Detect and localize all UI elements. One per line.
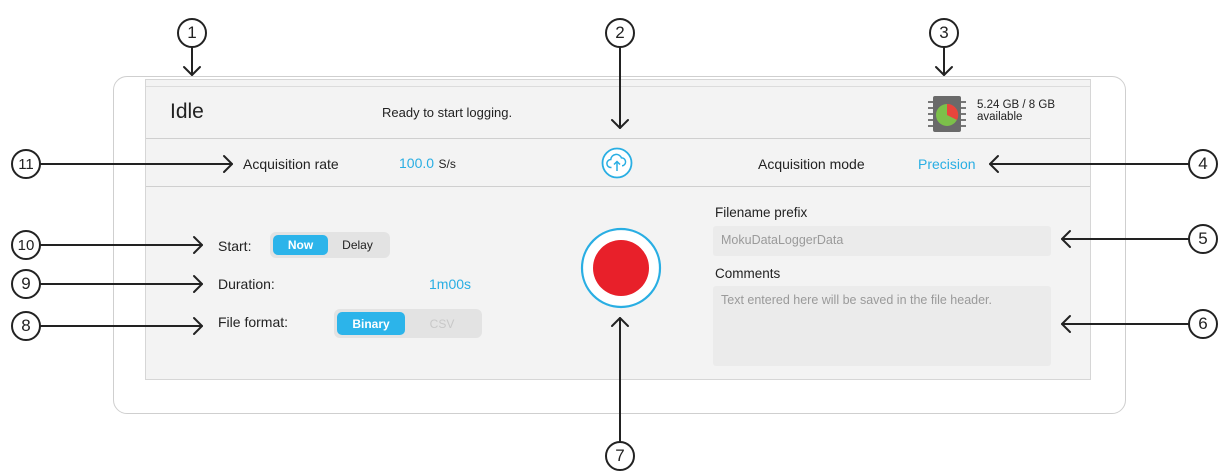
callout-7: 7 [605, 441, 635, 471]
callout-1: 1 [177, 18, 207, 48]
callout-5: 5 [1188, 224, 1218, 254]
file-format-label: File format: [218, 314, 289, 330]
comments-textarea[interactable]: Text entered here will be saved in the f… [713, 286, 1051, 366]
status-bar: Idle Ready to start logging. 5.24 GB / 8… [146, 86, 1090, 139]
acquisition-mode-value[interactable]: Precision [918, 156, 976, 172]
comments-label: Comments [715, 266, 781, 281]
record-button[interactable] [580, 227, 662, 309]
callout-4: 4 [1188, 149, 1218, 179]
record-icon [580, 227, 662, 309]
acquisition-mode-label: Acquisition mode [758, 156, 865, 172]
acquisition-rate-value[interactable]: 100.0 S/s [399, 155, 456, 173]
start-label: Start: [218, 238, 252, 254]
callout-2: 2 [605, 18, 635, 48]
acquisition-settings-bar: Acquisition rate 100.0 S/s Acquisition m… [146, 139, 1090, 187]
data-logger-panel: Idle Ready to start logging. 5.24 GB / 8… [145, 79, 1091, 380]
storage-indicator: 5.24 GB / 8 GB available [977, 99, 1055, 123]
status-message: Ready to start logging. [382, 105, 513, 120]
logger-state: Idle [170, 100, 204, 123]
start-now-option[interactable]: Now [273, 235, 328, 255]
callout-8: 8 [11, 311, 41, 341]
start-delay-option[interactable]: Delay [328, 235, 387, 255]
duration-value[interactable]: 1m00s [429, 276, 471, 292]
acquisition-rate-label: Acquisition rate [243, 156, 339, 172]
callout-11: 11 [11, 149, 41, 179]
start-toggle: Now Delay [270, 232, 390, 258]
acquisition-rate-number: 100.0 [399, 155, 435, 171]
callout-3: 3 [929, 18, 959, 48]
callout-9: 9 [11, 269, 41, 299]
callout-10: 10 [11, 230, 41, 260]
duration-label: Duration: [218, 276, 275, 292]
cloud-upload-icon[interactable] [601, 147, 633, 179]
memory-chip-icon [927, 95, 967, 133]
filename-prefix-input[interactable]: MokuDataLoggerData [713, 226, 1051, 256]
file-format-toggle: Binary CSV [334, 309, 482, 338]
storage-used: 5.24 GB / 8 GB [977, 99, 1055, 111]
format-binary-option[interactable]: Binary [337, 312, 405, 335]
storage-available-label: available [977, 111, 1023, 123]
filename-prefix-label: Filename prefix [715, 205, 808, 220]
acquisition-rate-unit: S/s [438, 157, 456, 171]
callout-6: 6 [1188, 309, 1218, 339]
format-csv-option[interactable]: CSV [405, 312, 479, 335]
